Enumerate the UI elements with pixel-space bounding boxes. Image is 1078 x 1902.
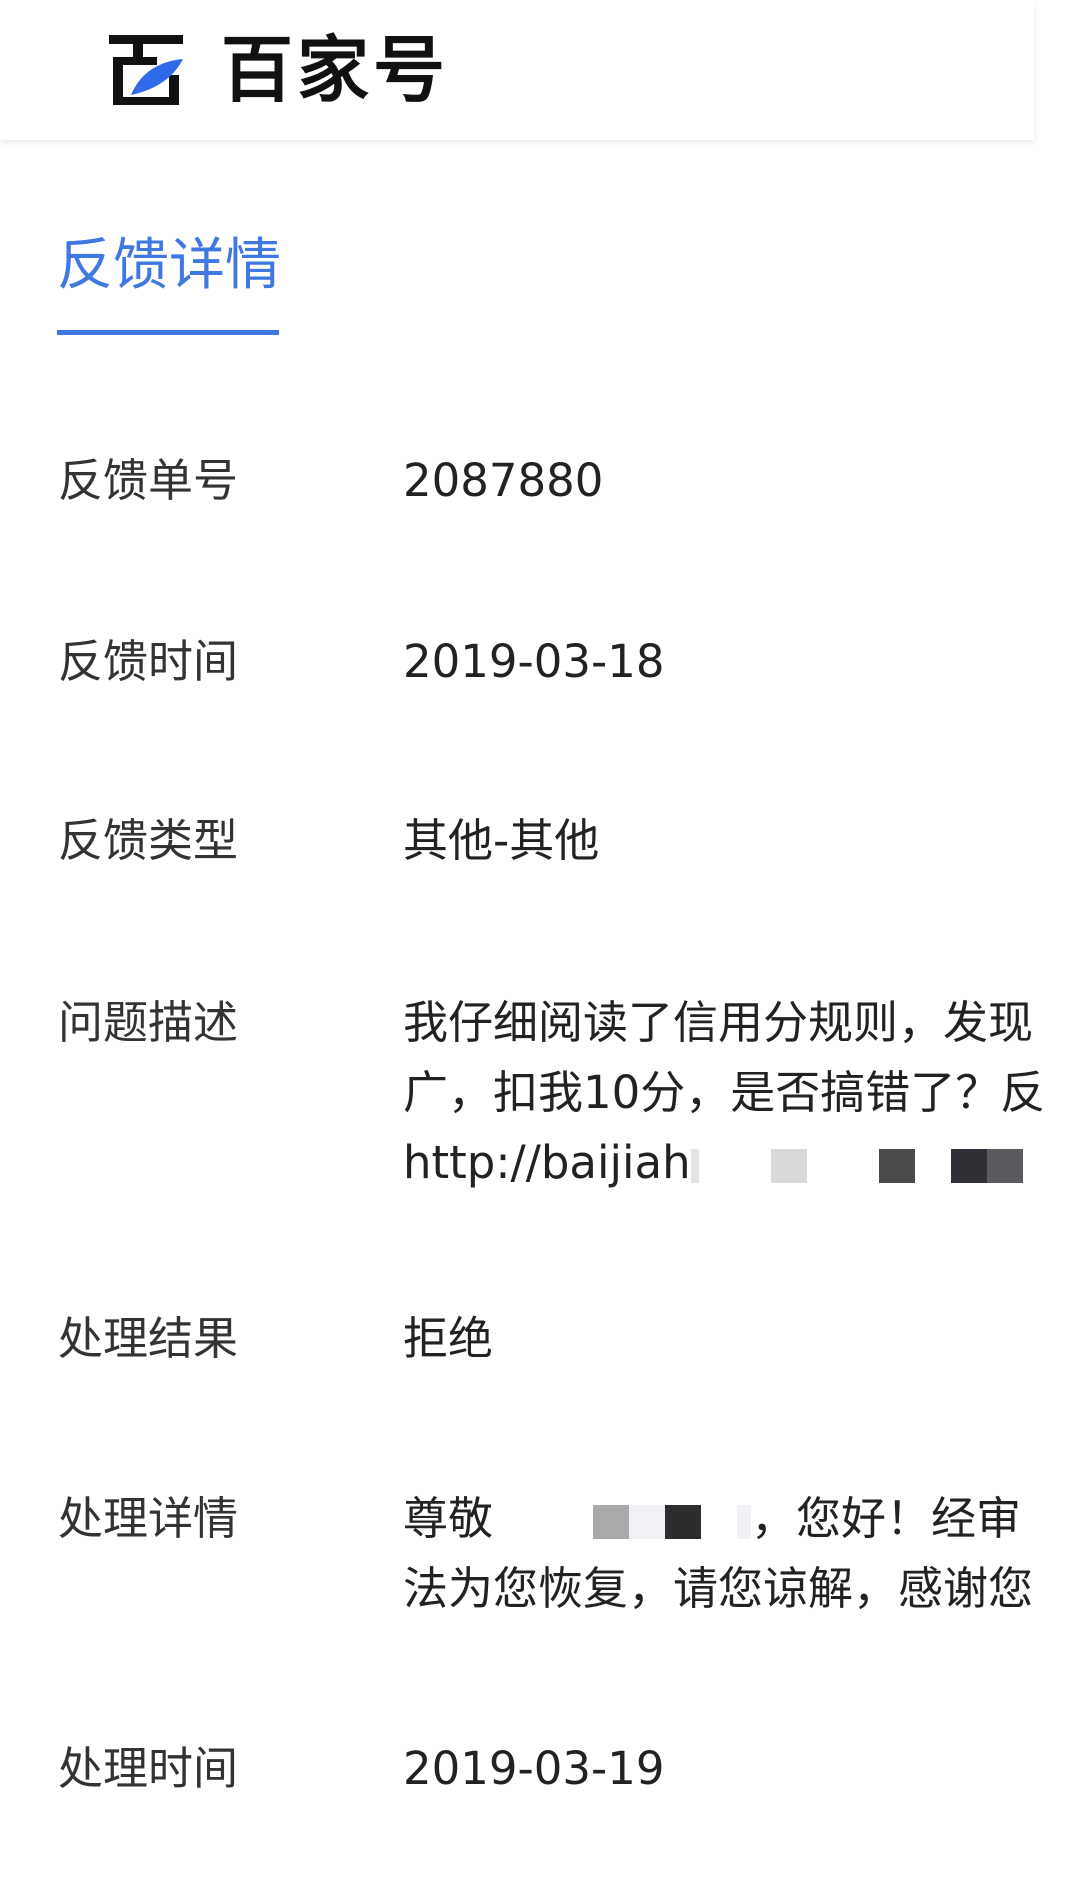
result-detail-line-1: 尊敬 ，您好！经审 — [403, 1484, 1033, 1554]
redaction-block — [690, 1149, 699, 1183]
description-label: 问题描述 — [58, 996, 239, 1049]
redaction-block — [737, 1505, 752, 1539]
feedback-time-value: 2019-03-18 — [403, 635, 665, 688]
redaction-block — [950, 1149, 987, 1183]
feedback-type-label: 反馈类型 — [58, 814, 239, 867]
feedback-type-value: 其他-其他 — [403, 814, 600, 867]
description-value: 我仔细阅读了信用分规则，发现 广，扣我10分，是否搞错了？反 http://ba… — [403, 988, 1078, 1198]
feedback-time-label: 反馈时间 — [58, 635, 239, 688]
redaction-block — [986, 1149, 1023, 1183]
brand-name: 百家号 — [221, 28, 450, 112]
redaction-block — [593, 1505, 630, 1539]
tab-feedback-detail[interactable]: 反馈详情 — [57, 230, 281, 302]
baijiahao-logo-icon — [109, 35, 183, 105]
description-line-2: 广，扣我10分，是否搞错了？反 — [403, 1066, 1046, 1119]
result-detail-end: ，您好！经审 — [751, 1492, 1022, 1545]
result-value: 拒绝 — [403, 1312, 494, 1365]
description-line-1: 我仔细阅读了信用分规则，发现 — [403, 996, 1034, 1049]
redaction-block — [665, 1505, 702, 1539]
brand-logo[interactable]: 百家号 — [105, 30, 449, 110]
result-detail-value: 尊敬 ，您好！经审 法为您恢复，请您谅解，感谢您 — [403, 1484, 1033, 1624]
description-line-3: http://baijiahc — [403, 1128, 1078, 1198]
redaction-block — [878, 1149, 915, 1183]
redaction-block — [770, 1149, 807, 1183]
description-link-start[interactable]: http://baijiah — [403, 1136, 691, 1189]
result-label: 处理结果 — [58, 1312, 239, 1365]
result-detail-line-2: 法为您恢复，请您谅解，感谢您 — [403, 1562, 1034, 1615]
feedback-id-value: 2087880 — [403, 454, 604, 507]
handle-time-label: 处理时间 — [58, 1742, 239, 1795]
result-detail-label: 处理详情 — [58, 1492, 239, 1545]
tab-active-indicator — [57, 330, 279, 335]
redaction-block — [629, 1505, 666, 1539]
result-detail-start: 尊敬 — [403, 1492, 494, 1545]
app-header: 百家号 — [0, 0, 1034, 140]
handle-time-value: 2019-03-19 — [403, 1742, 665, 1795]
feedback-id-label: 反馈单号 — [58, 454, 239, 507]
